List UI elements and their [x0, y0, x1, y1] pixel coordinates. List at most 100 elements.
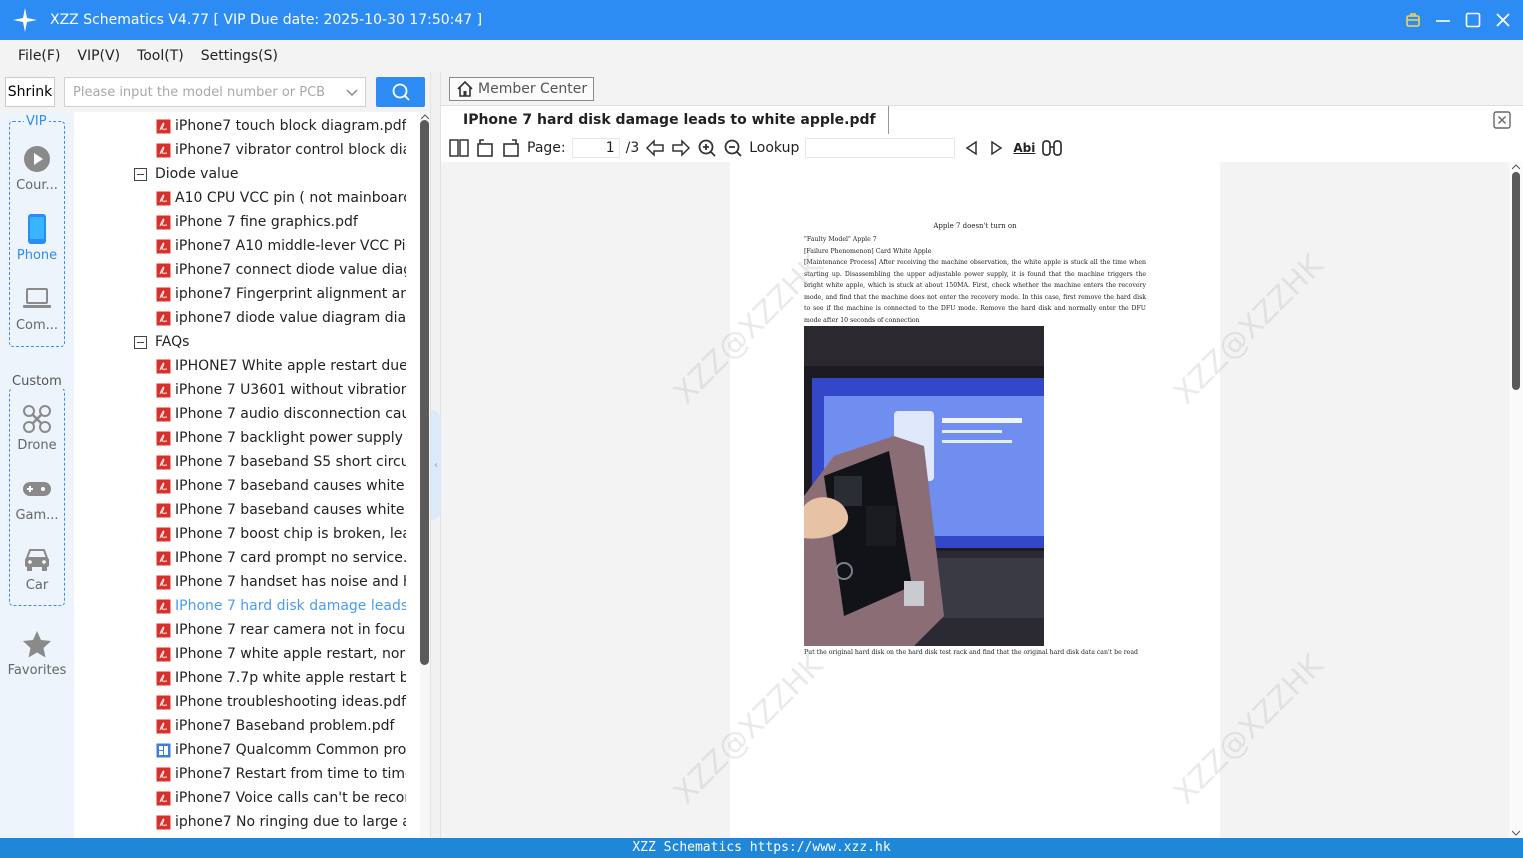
tree-row-label: iphone7 diode value diagram diagram.pdf: [175, 310, 406, 326]
zoom-out-icon[interactable]: [723, 137, 743, 159]
tree-file[interactable]: IPhone 7 baseband causes white apple.pdf: [156, 474, 406, 498]
tree-file[interactable]: iPhone7 Baseband problem.pdf: [156, 714, 406, 738]
tree-file[interactable]: IPhone 7 card prompt no service.pdf: [156, 546, 406, 570]
pdf-file-icon: [156, 815, 171, 829]
tree-file[interactable]: IPhone 7 hard disk damage leads to white…: [156, 594, 406, 618]
nav-game-label: Gam...: [15, 508, 59, 523]
page-number-input[interactable]: 1: [571, 138, 620, 158]
panel-splitter[interactable]: ‹: [430, 72, 441, 838]
custom-group-label: Custom: [10, 374, 64, 389]
lookup-input[interactable]: [805, 138, 956, 158]
pdf-file-icon: [156, 407, 171, 421]
collapse-handle[interactable]: ‹: [431, 410, 441, 520]
chevron-down-icon[interactable]: [339, 85, 365, 99]
tree-file[interactable]: IPhone 7 backlight power supply fault.pd…: [156, 426, 406, 450]
tree-file[interactable]: iphone7 diode value diagram diagram.pdf: [156, 306, 406, 330]
home-icon: [457, 80, 473, 97]
tree-scrollbar[interactable]: [420, 112, 430, 838]
search-button[interactable]: [376, 77, 425, 107]
tree-file[interactable]: IPhone 7 baseband causes white apple.pdf: [156, 498, 406, 522]
tree-file[interactable]: IPHONE7 White apple restart due to.pdf: [156, 354, 406, 378]
close-button[interactable]: [1495, 12, 1511, 28]
tree-file[interactable]: iPhone7 Restart from time to time, white…: [156, 762, 406, 786]
tree-row-label: IPhone 7 baseband causes white apple.pdf: [175, 502, 406, 518]
vip-gift-icon[interactable]: [1405, 12, 1421, 28]
tree-file[interactable]: IPhone 7.7p white apple restart brush.pd…: [156, 666, 406, 690]
pdf-file-icon: [156, 431, 171, 445]
star-icon: [22, 629, 52, 659]
find-prev-icon[interactable]: [961, 137, 981, 159]
doc-line: [Maintenance Process] After receiving th…: [804, 259, 1146, 324]
tree-row-label: IPhone 7 boost chip is broken, leading.p…: [175, 526, 406, 542]
tree-file[interactable]: IPhone 7 audio disconnection cause.pdf: [156, 402, 406, 426]
nav-computer-label: Com...: [15, 318, 59, 333]
shrink-button[interactable]: Shrink: [5, 77, 55, 107]
nav-course[interactable]: Cour...: [2, 144, 72, 193]
nav-computer[interactable]: Com...: [2, 284, 72, 333]
nav-favorites[interactable]: Favorites: [2, 629, 72, 678]
member-center-button[interactable]: Member Center: [449, 77, 595, 101]
document-tab[interactable]: IPhone 7 hard disk damage leads to white…: [451, 106, 889, 134]
zoom-in-icon[interactable]: [697, 137, 717, 159]
two-page-icon[interactable]: [449, 137, 469, 159]
rotate-right-icon[interactable]: [501, 137, 521, 159]
binoculars-icon[interactable]: [1041, 137, 1063, 159]
next-page-arrow-icon[interactable]: [671, 137, 691, 159]
collapse-toggle-icon[interactable]: [134, 167, 147, 181]
viewer-scrollbar[interactable]: [1509, 162, 1523, 838]
tree-file[interactable]: iPhone7 A10 middle-lever VCC Pin.pdf: [156, 234, 406, 258]
pdf-file-icon: [156, 575, 171, 589]
close-tabs-icon[interactable]: [1493, 111, 1511, 129]
tree-file[interactable]: iPhone7 connect diode value diagram.pdf: [156, 258, 406, 282]
tree-file[interactable]: iPhone 7 U3601 without vibration.pdf: [156, 378, 406, 402]
document-tab-bar: IPhone 7 hard disk damage leads to white…: [441, 106, 1523, 134]
tree-row-label: iPhone7 A10 middle-lever VCC Pin.pdf: [175, 238, 406, 254]
tree-row-label: FAQs: [155, 334, 190, 350]
tree-folder[interactable]: FAQs: [134, 330, 189, 354]
pdf-viewer[interactable]: Apple 7 doesn't turn on "Faulty Model" A…: [441, 162, 1509, 838]
menu-tool[interactable]: Tool(T): [137, 48, 184, 64]
tree-scroll-thumb[interactable]: [420, 120, 429, 665]
prev-page-arrow-icon[interactable]: [645, 137, 665, 159]
menu-bar: File(F) VIP(V) Tool(T) Settings(S): [0, 40, 1523, 72]
tree-file[interactable]: IPhone 7 boost chip is broken, leading.p…: [156, 522, 406, 546]
model-search-input[interactable]: [65, 84, 339, 100]
viewer-scroll-thumb[interactable]: [1512, 172, 1520, 390]
repair-photo: [804, 326, 1044, 646]
menu-file[interactable]: File(F): [18, 48, 60, 64]
maximize-button[interactable]: [1465, 12, 1481, 28]
tree-file[interactable]: IPhone 7 handset has noise and hot.pdf: [156, 570, 406, 594]
tree-file[interactable]: IPhone 7 white apple restart, normal.pdf: [156, 642, 406, 666]
nav-phone[interactable]: Phone: [2, 214, 72, 263]
tree-file[interactable]: IPhone 7 baseband S5 short circuit.pdf: [156, 450, 406, 474]
tree-file[interactable]: IPhone troubleshooting ideas.pdf: [156, 690, 406, 714]
match-case-toggle[interactable]: Abi: [1013, 137, 1035, 159]
find-next-icon[interactable]: [987, 137, 1007, 159]
tree-file[interactable]: iphone7 No ringing due to large a.pdf: [156, 810, 406, 834]
tree-file[interactable]: iphone7 Fingerprint alignment and.pdf: [156, 282, 406, 306]
tree-file[interactable]: IPhone 7 rear camera not in focus.pdf: [156, 618, 406, 642]
nav-car[interactable]: Car: [2, 544, 72, 593]
tree-file[interactable]: iPhone 7 fine graphics.pdf: [156, 210, 406, 234]
tree-file[interactable]: iPhone7 Voice calls can't be recorded.pd…: [156, 786, 406, 810]
pdf-file-icon: [156, 359, 171, 373]
collapse-toggle-icon[interactable]: [134, 335, 147, 349]
phone-icon: [27, 214, 47, 244]
pdf-file-icon: [156, 647, 171, 661]
menu-settings[interactable]: Settings(S): [201, 48, 278, 64]
pdf-file-icon: [156, 287, 171, 301]
tree-file[interactable]: iPhone7 touch block diagram.pdf: [156, 114, 406, 138]
tree-row-label: iPhone 7 fine graphics.pdf: [175, 214, 358, 230]
menu-vip[interactable]: VIP(V): [77, 48, 120, 64]
nav-game[interactable]: Gam...: [2, 474, 72, 523]
nav-drone[interactable]: Drone: [2, 404, 72, 453]
tree-file[interactable]: iPhone7 vibrator control block diagram.p…: [156, 138, 406, 162]
minimize-button[interactable]: [1435, 12, 1451, 28]
tree-row-label: iPhone7 Voice calls can't be recorded.pd…: [175, 790, 406, 806]
nav-phone-label: Phone: [16, 248, 58, 263]
tree-folder[interactable]: Diode value: [134, 162, 238, 186]
rotate-left-icon[interactable]: [475, 137, 495, 159]
tree-file[interactable]: iPhone7 Qualcomm Common problem.pdf: [156, 738, 406, 762]
tree-file[interactable]: A10 CPU VCC pin ( not mainboard.pdf: [156, 186, 406, 210]
app-logo-icon: [0, 0, 50, 40]
